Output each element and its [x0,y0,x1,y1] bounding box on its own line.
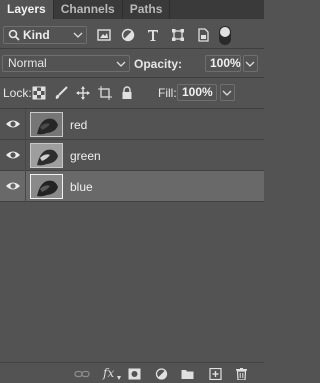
layers-list: red green blue [0,109,264,202]
divider [0,77,264,78]
link-layers-icon[interactable] [74,368,90,380]
delete-layer-trash-icon[interactable] [235,368,248,380]
new-adjustment-layer-icon[interactable] [155,368,168,380]
layers-bottom-toolbar: fx [0,362,264,383]
tab-channels[interactable]: Channels [54,0,123,19]
panel-tab-bar: Layers Channels Paths [0,0,264,19]
filter-kind-label: Kind [23,28,50,42]
layer-style-fx-icon[interactable]: fx [103,366,114,380]
blend-mode-select[interactable]: Normal [2,55,130,72]
layer-thumbnail [30,174,63,199]
opacity-dropdown-button[interactable] [243,55,258,72]
layer-name[interactable]: green [70,149,101,163]
layer-thumbnail [30,143,63,168]
new-group-folder-icon[interactable] [181,368,194,380]
lock-position-move-icon[interactable] [76,86,90,100]
search-icon [8,29,20,41]
layer-name[interactable]: red [70,118,87,132]
visibility-separator [25,140,26,171]
smart-object-filter-icon[interactable] [196,28,210,42]
filter-toggle[interactable] [219,26,231,45]
lock-label: Lock: [3,86,32,100]
new-layer-icon[interactable] [209,368,222,380]
pixel-filter-icon[interactable] [97,28,111,42]
visibility-separator [25,109,26,140]
layer-name[interactable]: blue [70,180,93,194]
layer-thumbnail [30,112,63,137]
divider [0,48,264,49]
lock-transparent-pixels-icon[interactable] [32,86,46,100]
fx-menu-arrow-icon [117,376,121,380]
chevron-down-icon [245,61,255,67]
chevron-down-icon [222,90,232,96]
filter-toggle-knob [220,27,230,37]
fill-dropdown-button[interactable] [220,84,235,101]
tab-paths[interactable]: Paths [123,0,171,19]
shape-filter-icon[interactable] [171,28,185,42]
fill-label: Fill: [158,86,177,100]
filter-kind-select[interactable]: Kind [3,26,87,44]
type-filter-icon[interactable] [146,28,160,42]
lock-image-pixels-brush-icon[interactable] [54,86,68,100]
layer-row[interactable]: red [0,109,264,140]
blend-mode-value: Normal [8,56,47,70]
layer-row[interactable]: green [0,140,264,171]
opacity-input[interactable]: 100% [205,55,241,72]
layer-row[interactable]: blue [0,171,264,202]
layer-filter-row: Kind [0,22,264,48]
eye-icon[interactable] [5,180,21,192]
lock-artboard-icon[interactable] [98,86,112,100]
eye-icon[interactable] [5,118,21,130]
lock-all-padlock-icon[interactable] [120,86,134,100]
chevron-down-icon [73,32,83,38]
eye-icon[interactable] [5,149,21,161]
tab-layers[interactable]: Layers [0,0,54,19]
fill-input[interactable]: 100% [177,84,217,101]
adjustment-filter-icon[interactable] [121,28,135,42]
visibility-separator [25,171,26,202]
chevron-down-icon [116,61,126,67]
add-layer-mask-icon[interactable] [128,368,141,380]
opacity-label: Opacity: [134,57,183,71]
